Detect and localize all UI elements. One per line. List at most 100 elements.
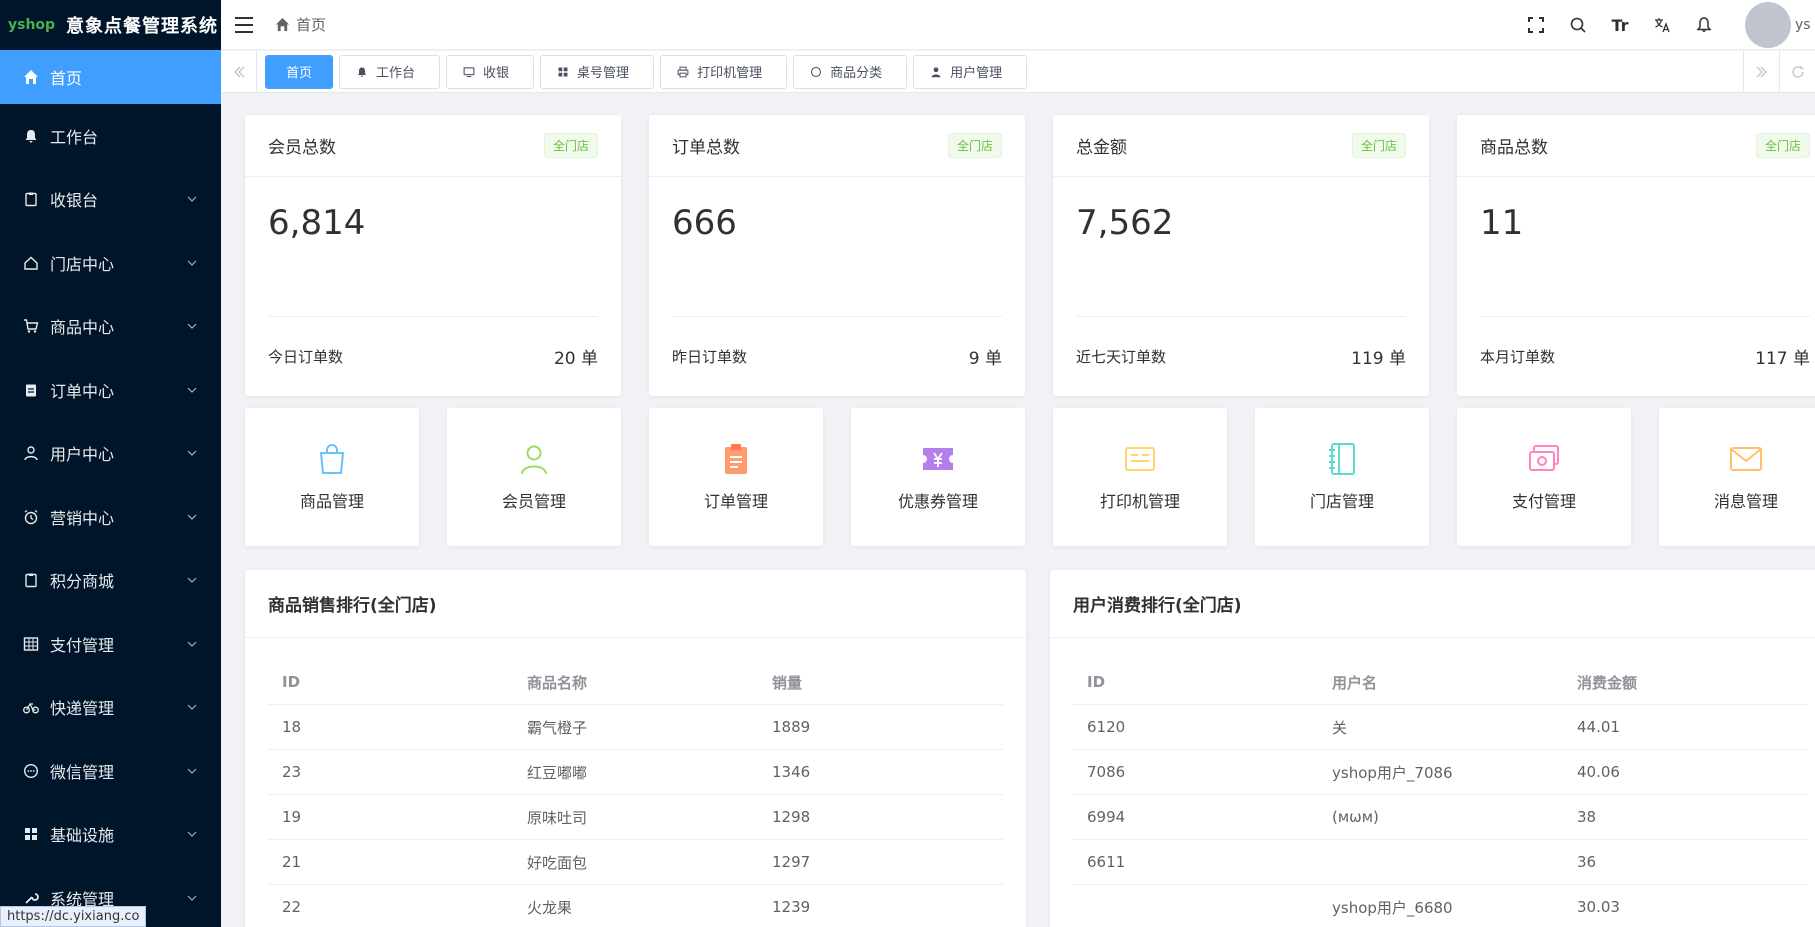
menu-toggle-icon[interactable] xyxy=(235,16,253,33)
table-cell: 22 xyxy=(282,898,302,916)
scope-tag: 全门店 xyxy=(1351,133,1406,158)
stat-foot-value: 20 单 xyxy=(553,348,598,369)
table-cell: 6994 xyxy=(1087,808,1126,826)
sidebar-item-store-center[interactable]: 门店中心 xyxy=(0,231,221,295)
sidebar-menu: 首页 工作台 收银台 门店中心 商品中心 订单中心 用户中心 营销中心 积分商城… xyxy=(0,50,221,927)
search-icon[interactable] xyxy=(1567,14,1589,36)
scope-tag: 全门店 xyxy=(1755,133,1810,158)
sidebar-item-home[interactable]: 首页 xyxy=(0,50,221,104)
table-row[interactable]: 18 霸气橙子 1889 xyxy=(268,705,1003,750)
stat-card-amount: 总金额 全门店 7,562 近七天订单数 119 单 xyxy=(1053,115,1429,396)
stat-card-members: 会员总数 全门店 6,814 今日订单数 20 单 xyxy=(245,115,621,396)
translate-icon[interactable] xyxy=(1651,14,1673,36)
tabs-scroll-right-icon[interactable] xyxy=(1743,51,1779,93)
sidebar-item-wechat[interactable]: 微信管理 xyxy=(0,739,221,803)
stat-foot-label: 近七天订单数 xyxy=(1076,347,1167,366)
tab-workbench[interactable]: 工作台 xyxy=(339,54,441,89)
logo-area[interactable]: yshop 意象点餐管理系统 xyxy=(0,0,221,50)
column-header: ID xyxy=(1087,673,1106,691)
quick-link-printer-management[interactable]: 打印机管理 xyxy=(1053,408,1227,546)
table-row[interactable]: 19 原味吐司 1298 xyxy=(268,795,1003,840)
bell-icon xyxy=(22,127,40,145)
sidebar: yshop 意象点餐管理系统 首页 工作台 收银台 门店中心 商品中心 订单中心… xyxy=(0,0,221,927)
fullscreen-icon[interactable] xyxy=(1525,14,1547,36)
sidebar-item-workbench[interactable]: 工作台 xyxy=(0,104,221,168)
table-row[interactable]: yshop用户_6680 30.03 xyxy=(1073,885,1808,927)
monitor-icon xyxy=(463,66,475,77)
tab-home[interactable]: 首页 xyxy=(265,54,334,89)
table-cell: 好吃面包 xyxy=(527,853,588,872)
stat-cards: 会员总数 全门店 6,814 今日订单数 20 单 订单总数 全门店 666 昨日订单… xyxy=(245,115,1815,396)
user-ranking-title: 用户消费排行(全门店) xyxy=(1050,570,1815,638)
printer-icon xyxy=(677,66,689,77)
sidebar-item-cashier[interactable]: 收银台 xyxy=(0,168,221,232)
breadcrumb[interactable]: 首页 xyxy=(275,14,326,35)
table-cell: 1298 xyxy=(772,808,811,826)
tags-view: 首页 工作台 收银 桌号管理 打印机管理 商品分类 用户管理 xyxy=(221,50,1815,93)
table-cell: 19 xyxy=(282,808,302,826)
quick-link-product-management[interactable]: 商品管理 xyxy=(245,408,419,546)
bicycle-icon xyxy=(22,698,40,716)
sidebar-item-user-center[interactable]: 用户中心 xyxy=(0,422,221,486)
notebook-icon xyxy=(1329,443,1355,475)
font-size-icon[interactable]: Tr xyxy=(1609,14,1631,36)
sidebar-item-label: 订单中心 xyxy=(50,381,115,401)
table-row[interactable]: 23 红豆嘟嘟 1346 xyxy=(268,750,1003,795)
printer-card-icon xyxy=(1125,447,1155,471)
sidebar-item-product-center[interactable]: 商品中心 xyxy=(0,295,221,359)
sidebar-item-express[interactable]: 快递管理 xyxy=(0,676,221,740)
tabs-scroll-left-icon[interactable] xyxy=(221,50,257,93)
table-row[interactable]: 6994 (мωм) 38 xyxy=(1073,795,1808,840)
column-header: 用户名 xyxy=(1332,673,1378,692)
notification-bell-icon[interactable] xyxy=(1693,14,1715,36)
app-title: 意象点餐管理系统 xyxy=(66,16,218,37)
user-ranking-card: 用户消费排行(全门店) ID 用户名 消费金额 6120 关 44.01 708… xyxy=(1050,570,1815,927)
quick-link-label: 打印机管理 xyxy=(1099,492,1180,511)
stat-value: 666 xyxy=(672,177,1002,317)
refresh-icon[interactable] xyxy=(1779,51,1815,93)
tab-cashier[interactable]: 收银 xyxy=(446,54,535,89)
tab-label: 用户管理 xyxy=(950,66,1003,81)
table-cell: 44.01 xyxy=(1577,718,1620,736)
stat-foot-value: 117 单 xyxy=(1755,348,1810,369)
sidebar-item-points-mall[interactable]: 积分商城 xyxy=(0,549,221,613)
table-row[interactable]: 21 好吃面包 1297 xyxy=(268,840,1003,885)
chevron-down-icon xyxy=(187,704,197,711)
table-row[interactable]: 7086 yshop用户_7086 40.06 xyxy=(1073,750,1808,795)
table-row[interactable]: 6611 36 xyxy=(1073,840,1808,885)
quick-link-message-management[interactable]: 消息管理 xyxy=(1659,408,1815,546)
table-row[interactable]: 6120 关 44.01 xyxy=(1073,705,1808,750)
quick-link-order-management[interactable]: 订单管理 xyxy=(649,408,823,546)
tab-product-category[interactable]: 商品分类 xyxy=(793,54,908,89)
grid-icon xyxy=(22,635,40,653)
username[interactable]: ys xyxy=(1795,17,1815,33)
table-cell: 18 xyxy=(282,718,302,736)
sidebar-item-marketing-center[interactable]: 营销中心 xyxy=(0,485,221,549)
tab-label: 商品分类 xyxy=(830,66,883,81)
quick-link-member-management[interactable]: 会员管理 xyxy=(447,408,621,546)
table-cell: 38 xyxy=(1577,808,1597,826)
member-icon xyxy=(521,445,547,475)
sidebar-item-order-center[interactable]: 订单中心 xyxy=(0,358,221,422)
avatar[interactable] xyxy=(1745,2,1791,48)
product-ranking-card: 商品销售排行(全门店) ID 商品名称 销量 18 霸气橙子 1889 23 红… xyxy=(245,570,1026,927)
quick-link-coupon-management[interactable]: 优惠券管理 xyxy=(851,408,1025,546)
quick-link-store-management[interactable]: 门店管理 xyxy=(1255,408,1429,546)
chevron-down-icon xyxy=(187,577,197,584)
table-cell: 红豆嘟嘟 xyxy=(527,763,588,782)
sidebar-item-infrastructure[interactable]: 基础设施 xyxy=(0,803,221,867)
sidebar-item-payment[interactable]: 支付管理 xyxy=(0,612,221,676)
tab-user-management[interactable]: 用户管理 xyxy=(913,54,1028,89)
chevron-down-icon xyxy=(187,768,197,774)
sidebar-item-label: 基础设施 xyxy=(50,826,115,846)
tab-printer-management[interactable]: 打印机管理 xyxy=(660,54,788,89)
table-row[interactable]: 22 火龙果 1239 xyxy=(268,885,1003,927)
column-header: 消费金额 xyxy=(1577,673,1638,692)
table-header-row: ID 用户名 消费金额 xyxy=(1073,660,1808,705)
tab-table-management[interactable]: 桌号管理 xyxy=(540,54,655,89)
cart-icon xyxy=(22,317,40,335)
quick-link-payment-management[interactable]: 支付管理 xyxy=(1457,408,1631,546)
table-cell: 7086 xyxy=(1087,763,1126,781)
chevron-down-icon xyxy=(187,450,197,457)
product-ranking-title: 商品销售排行(全门店) xyxy=(245,570,1026,638)
